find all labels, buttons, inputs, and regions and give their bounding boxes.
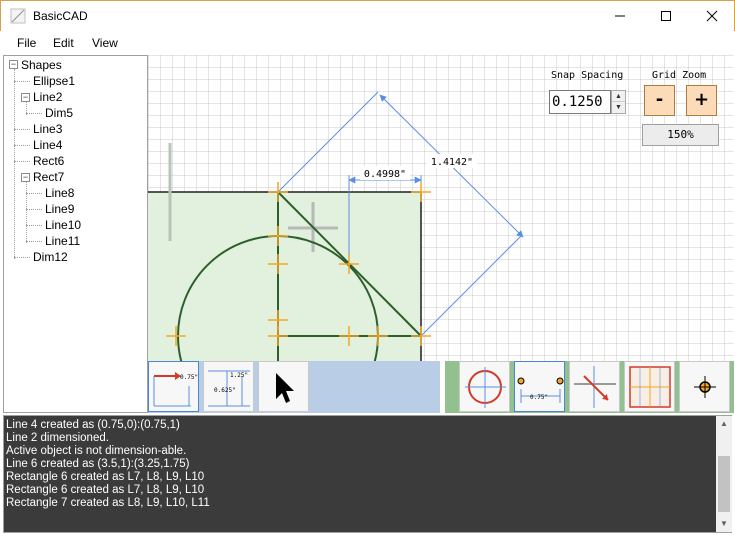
zoom-level-display: 150% [642,124,719,146]
tree-item-line2[interactable]: Line2 [33,90,62,104]
pointer-icon [276,373,294,403]
snap-intersection-tool[interactable] [679,361,730,412]
maximize-button[interactable] [643,1,689,31]
dimension-horizontal-tool[interactable]: 0.75" [148,361,199,412]
tree-item-rect6[interactable]: Rect6 [33,154,64,168]
collapse-icon[interactable]: − [21,93,30,102]
tree-item-rect7[interactable]: Rect7 [33,170,64,184]
log-line: Rectangle 7 created as L8, L9, L10, L11 [6,497,210,509]
tree-item-dim12[interactable]: Dim12 [33,250,68,264]
zoom-in-button[interactable]: + [686,85,717,116]
snap-spacing-label: Snap Spacing [551,70,624,81]
log-line: Line 6 created as (3.5,1):(3.25,1.75) [6,458,190,470]
app-icon [10,8,26,24]
spin-down-icon[interactable]: ▼ [612,102,625,113]
dimension-vertical-tool[interactable]: 1.25" 0.625" [203,361,254,412]
log-line: Rectangle 6 created as L7, L8, L9, L10 [6,471,205,483]
title-bar: BasicCAD [0,0,735,31]
tree-item-dim5[interactable]: Dim5 [45,106,73,120]
snap-spinner[interactable]: ▲ ▼ [611,90,626,114]
minimize-button[interactable] [597,1,643,31]
scroll-thumb[interactable] [718,456,730,512]
shapes-tree[interactable]: − Shapes Ellipse1 − Line2 Dim5 Line3 Lin… [3,55,148,413]
tree-root-shapes[interactable]: Shapes [21,58,62,72]
tree-item-line4[interactable]: Line4 [33,138,62,152]
snap-midpoint-tool[interactable] [569,361,620,412]
output-log: Line 4 created as (0.75,0):(0.75,1) Line… [3,415,732,533]
spin-up-icon[interactable]: ▲ [612,91,625,102]
log-line: Line 2 dimensioned. [6,432,109,444]
grid-zoom-label: Grid Zoom [652,70,707,81]
tree-item-ellipse1[interactable]: Ellipse1 [33,74,75,88]
svg-text:0.625": 0.625" [214,387,236,394]
log-line: Line 4 created as (0.75,0):(0.75,1) [6,419,180,431]
collapse-icon[interactable]: − [9,60,18,69]
scroll-down-icon[interactable]: ▼ [716,516,732,532]
snap-center-tool[interactable] [459,361,510,412]
tool-strip: 0.75" 1.25" 0.625" 0.75" [148,361,734,414]
close-button[interactable] [689,1,735,31]
tree-item-line3[interactable]: Line3 [33,122,62,136]
snap-spacing-input[interactable]: 0.1250 [549,90,611,114]
snap-endpoint-tool[interactable]: 0.75" [514,361,565,412]
menu-view[interactable]: View [92,36,118,50]
menu-file[interactable]: File [17,36,36,50]
svg-text:1.25": 1.25" [230,372,248,379]
window-title: BasicCAD [33,9,88,23]
log-scrollbar[interactable]: ▲ ▼ [716,416,732,532]
tree-item-line8[interactable]: Line8 [45,186,74,200]
tree-item-line11[interactable]: Line11 [45,234,80,248]
svg-text:0.75": 0.75" [180,374,198,381]
log-line: Active object is not dimension-able. [6,445,187,457]
dim-label-horizontal: 0.4998" [364,169,406,180]
dim-label-diagonal: 1.4142" [431,157,473,168]
tree-item-line10[interactable]: Line10 [45,218,81,232]
snap-grid-tool[interactable] [624,361,675,412]
select-pointer-tool[interactable] [258,361,309,412]
menu-bar: File Edit View [1,31,734,54]
menu-edit[interactable]: Edit [53,36,74,50]
drawing-canvas[interactable]: 0.4998" 1.4142" Snap Spacing Grid Zoom 0… [148,55,734,361]
collapse-icon[interactable]: − [21,173,30,182]
dim-ext-diag-b [420,235,522,337]
tree-item-line9[interactable]: Line9 [45,202,74,216]
zoom-out-button[interactable]: - [644,85,675,116]
log-line: Rectangle 6 created as L7, L8, L9, L10 [6,484,205,496]
scroll-up-icon[interactable]: ▲ [716,416,732,432]
svg-text:0.75": 0.75" [530,394,548,401]
